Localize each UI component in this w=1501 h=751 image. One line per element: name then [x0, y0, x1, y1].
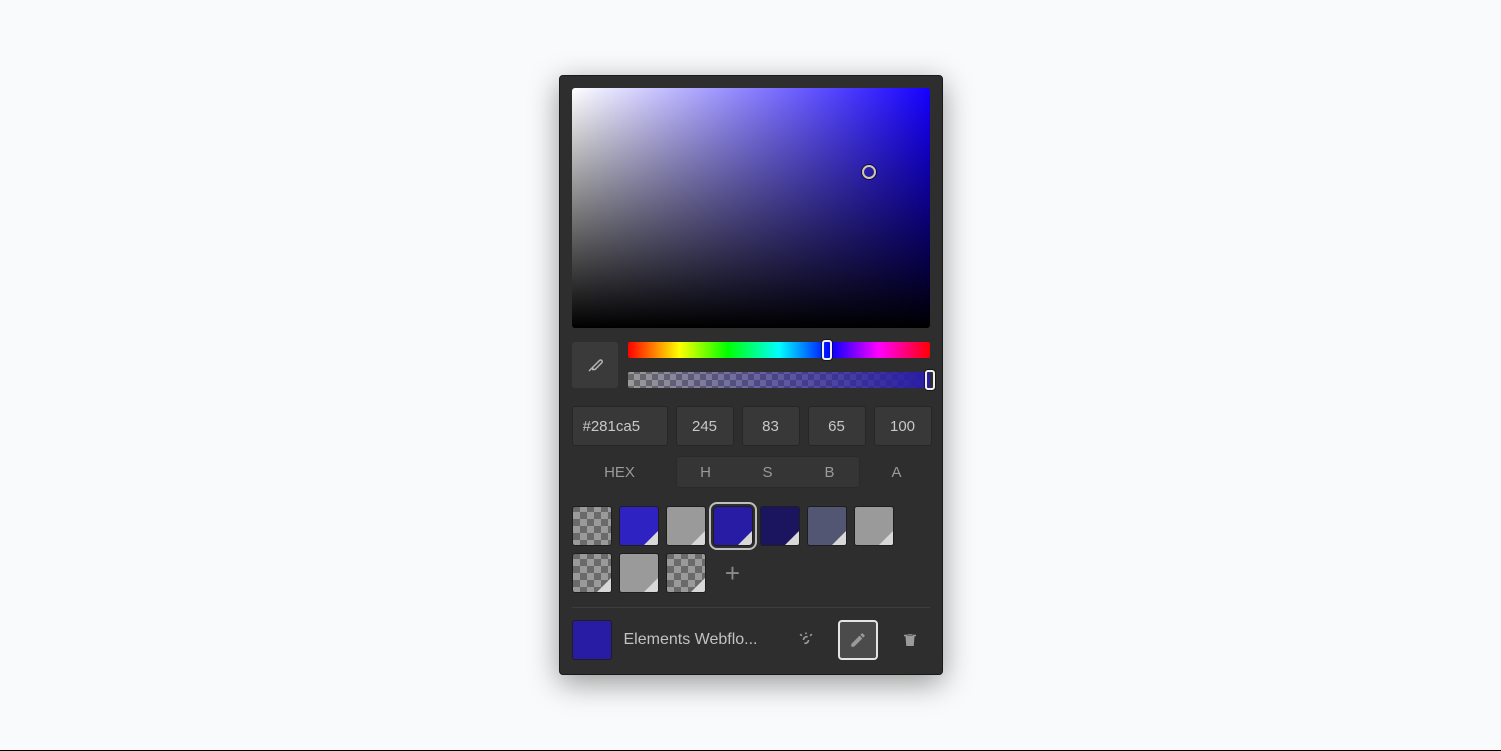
trash-icon — [901, 631, 919, 649]
swatch-corner-icon — [597, 578, 611, 592]
edit-swatch-button[interactable] — [838, 620, 878, 660]
alpha-label: A — [868, 464, 926, 481]
hex-input[interactable] — [572, 406, 668, 446]
swatch-0[interactable] — [572, 506, 612, 546]
value-inputs — [572, 406, 930, 446]
swatch-name[interactable]: Elements Webflo... — [624, 631, 774, 649]
swatch-5[interactable] — [807, 506, 847, 546]
swatch-6[interactable] — [854, 506, 894, 546]
slider-row — [572, 342, 930, 388]
swatch-corner-icon — [691, 578, 705, 592]
swatch-corner-icon — [738, 531, 752, 545]
mode-s[interactable]: S — [739, 457, 797, 487]
swatch-8[interactable] — [619, 553, 659, 593]
unlink-icon — [796, 630, 816, 650]
mode-h[interactable]: H — [677, 457, 735, 487]
swatch-9[interactable] — [666, 553, 706, 593]
unlink-swatch-button[interactable] — [786, 620, 826, 660]
eyedropper-icon — [586, 356, 604, 374]
alpha-handle[interactable] — [925, 370, 935, 390]
add-swatch-button[interactable]: + — [713, 553, 753, 593]
swatch-3[interactable] — [713, 506, 753, 546]
swatch-7[interactable] — [572, 553, 612, 593]
hex-label: HEX — [572, 464, 668, 481]
swatch-4[interactable] — [760, 506, 800, 546]
swatch-corner-icon — [644, 578, 658, 592]
swatch-corner-icon — [879, 531, 893, 545]
sv-cursor[interactable] — [862, 165, 876, 179]
swatch-2[interactable] — [666, 506, 706, 546]
swatch-corner-icon — [691, 531, 705, 545]
eyedropper-button[interactable] — [572, 342, 618, 388]
saturation-input[interactable] — [742, 406, 800, 446]
input-labels: HEX H S B A — [572, 456, 930, 488]
swatch-corner-icon — [644, 531, 658, 545]
swatch-1[interactable] — [619, 506, 659, 546]
hue-slider[interactable] — [628, 342, 930, 358]
color-picker-panel: HEX H S B A + Elements Webflo... — [559, 75, 943, 675]
saturation-value-field[interactable] — [572, 88, 930, 328]
pencil-icon — [849, 631, 867, 649]
hue-input[interactable] — [676, 406, 734, 446]
delete-swatch-button[interactable] — [890, 620, 930, 660]
brightness-input[interactable] — [808, 406, 866, 446]
swatch-grid: + — [572, 506, 930, 593]
alpha-input[interactable] — [874, 406, 932, 446]
mode-b[interactable]: B — [801, 457, 859, 487]
swatch-footer: Elements Webflo... — [572, 608, 930, 674]
hsb-mode-segment: H S B — [676, 456, 860, 488]
current-swatch-preview — [572, 620, 612, 660]
hue-handle[interactable] — [822, 340, 832, 360]
alpha-slider[interactable] — [628, 372, 930, 388]
swatch-corner-icon — [832, 531, 846, 545]
swatch-corner-icon — [785, 531, 799, 545]
sliders — [628, 342, 930, 388]
